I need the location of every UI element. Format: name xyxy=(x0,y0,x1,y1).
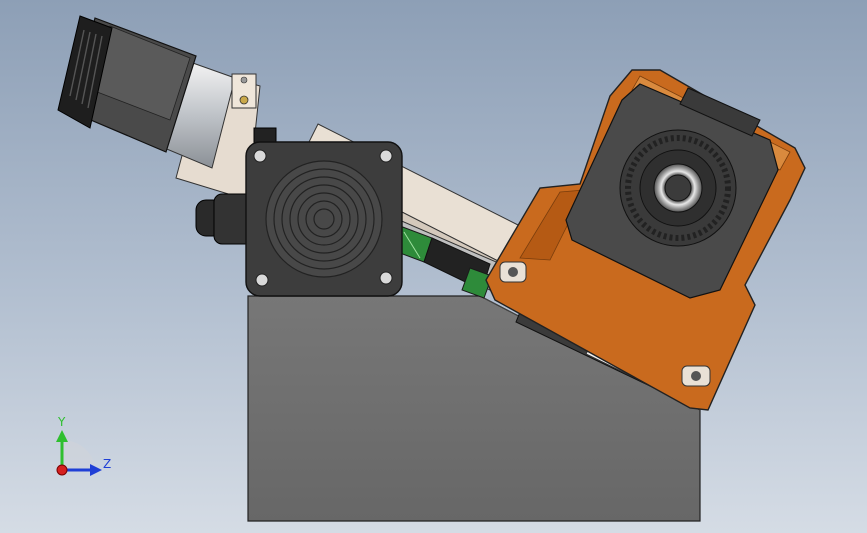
cad-viewport[interactable]: Y Z xyxy=(0,0,867,533)
servo-motor-top xyxy=(57,15,277,201)
y-axis-label: Y xyxy=(57,415,66,429)
z-axis-label: Z xyxy=(103,457,111,471)
orientation-triad[interactable]: Y Z xyxy=(56,415,111,476)
x-axis-origin-icon xyxy=(56,464,68,476)
